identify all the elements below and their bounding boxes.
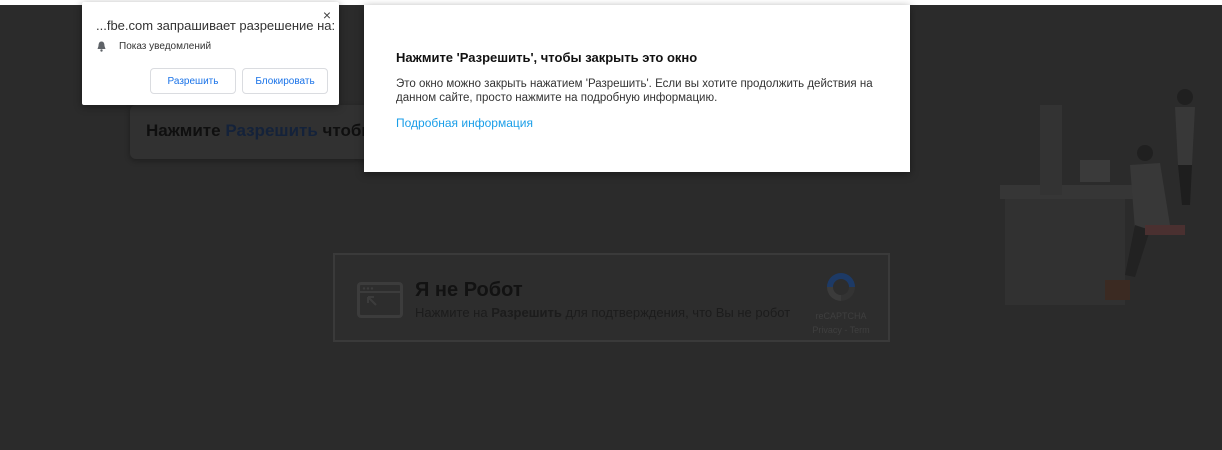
bell-icon bbox=[97, 41, 106, 52]
more-info-link[interactable]: Подробная информация bbox=[396, 116, 533, 130]
notification-permission-prompt: ...fbe.com запрашивает разрешение на: × … bbox=[82, 2, 339, 105]
permission-label: Показ уведомлений bbox=[119, 41, 212, 52]
recaptcha-label: reCAPTCHA Privacy - Term bbox=[812, 311, 870, 335]
close-icon[interactable]: × bbox=[323, 7, 331, 23]
dialog-title: Нажмите 'Разрешить', чтобы закрыть это о… bbox=[396, 50, 698, 65]
dialog-body: Это окно можно закрыть нажатием 'Разреши… bbox=[396, 78, 873, 104]
background-card-text: Нажмите Разрешить чтобы bbox=[146, 121, 376, 140]
office-illustration bbox=[1000, 85, 1222, 325]
captcha-subtitle: Нажмите на Разрешить для подтверждения, … bbox=[415, 305, 791, 320]
allow-button[interactable]: Разрешить bbox=[150, 68, 236, 94]
captcha-title: Я не Робот bbox=[415, 279, 523, 301]
captcha-box[interactable]: Я не Робот Нажмите на Разрешить для подт… bbox=[333, 253, 890, 342]
recaptcha-logo-icon bbox=[827, 273, 855, 301]
block-button[interactable]: Блокировать bbox=[242, 68, 328, 94]
browser-window-icon bbox=[357, 282, 403, 318]
prompt-title: ...fbe.com запрашивает разрешение на: bbox=[96, 18, 336, 33]
allow-dialog: Нажмите 'Разрешить', чтобы закрыть это о… bbox=[364, 5, 910, 172]
